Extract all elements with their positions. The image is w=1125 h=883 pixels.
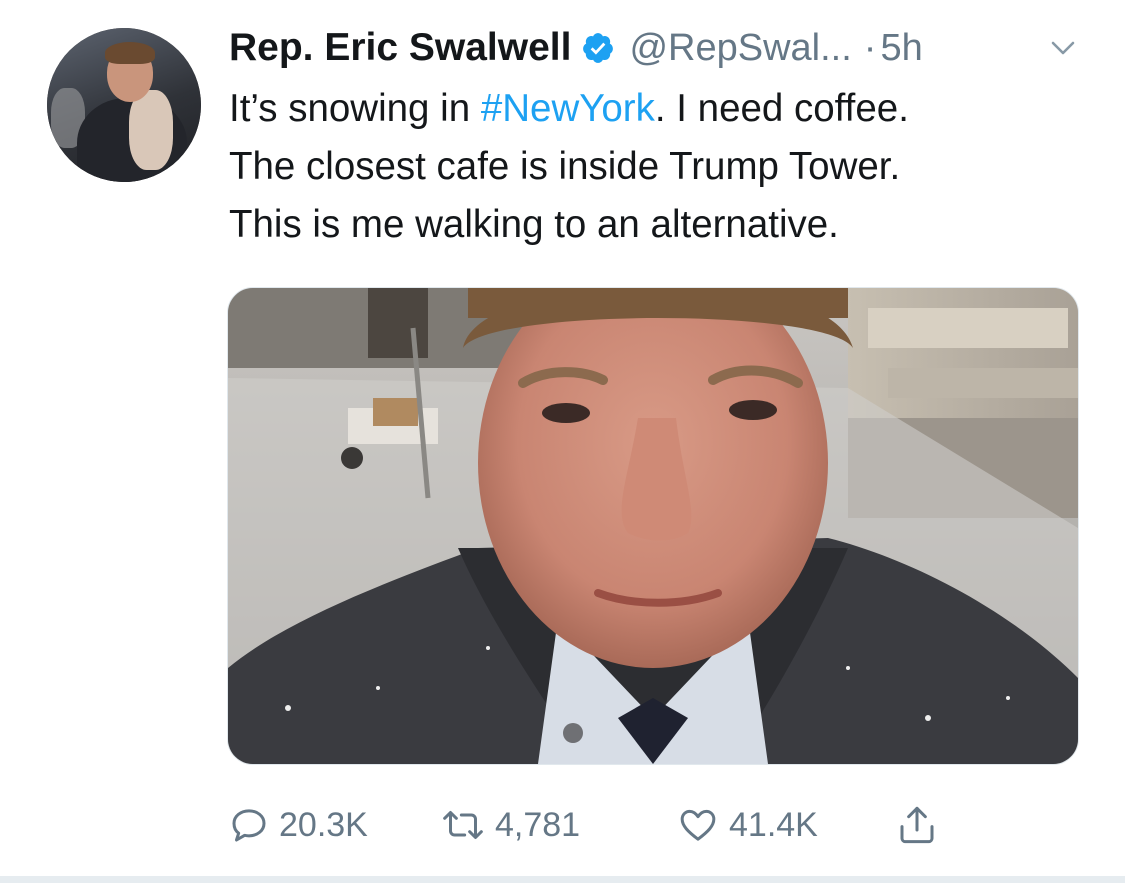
heart-icon — [680, 809, 716, 841]
author-name[interactable]: Rep. Eric Swalwell — [229, 26, 571, 70]
tweet-text-segment: . I need coffee. — [654, 87, 909, 130]
avatar-baby — [129, 90, 173, 170]
share-icon — [900, 806, 934, 844]
reply-button[interactable]: 20.3K — [229, 800, 368, 850]
tweet-text-line-2: The closest cafe is inside Trump Tower. — [229, 145, 901, 188]
author-avatar[interactable] — [47, 28, 201, 182]
tweet-divider — [0, 876, 1125, 883]
tweet-photo[interactable] — [227, 287, 1079, 765]
reply-icon — [232, 809, 266, 842]
retweet-count: 4,781 — [495, 805, 581, 844]
tweet-text-line-1: It’s snowing in #NewYork. I need coffee. — [229, 80, 1109, 138]
hashtag-link[interactable]: #NewYork — [481, 87, 655, 130]
tweet-text-segment: It’s snowing in — [229, 87, 481, 130]
chevron-down-icon[interactable] — [1050, 38, 1076, 58]
tweet-text: It’s snowing in #NewYork. I need coffee.… — [229, 80, 1109, 254]
author-handle[interactable]: @RepSwal... — [629, 27, 851, 70]
tweet-card[interactable]: Rep. Eric Swalwell @RepSwal... · 5h It’s… — [0, 0, 1125, 883]
tweet-header: Rep. Eric Swalwell @RepSwal... · 5h — [229, 22, 923, 74]
retweet-icon — [443, 811, 483, 839]
avatar-hair — [105, 42, 155, 64]
reply-count: 20.3K — [279, 805, 368, 844]
share-button[interactable] — [897, 800, 937, 850]
tweet-text-line-3: This is me walking to an alternative. — [229, 203, 839, 246]
tweet-timestamp[interactable]: 5h — [880, 27, 922, 70]
like-count: 41.4K — [729, 805, 818, 844]
like-button[interactable]: 41.4K — [677, 800, 818, 850]
retweet-button[interactable]: 4,781 — [441, 800, 580, 850]
verified-badge-icon — [581, 31, 615, 65]
header-separator: · — [863, 26, 877, 69]
